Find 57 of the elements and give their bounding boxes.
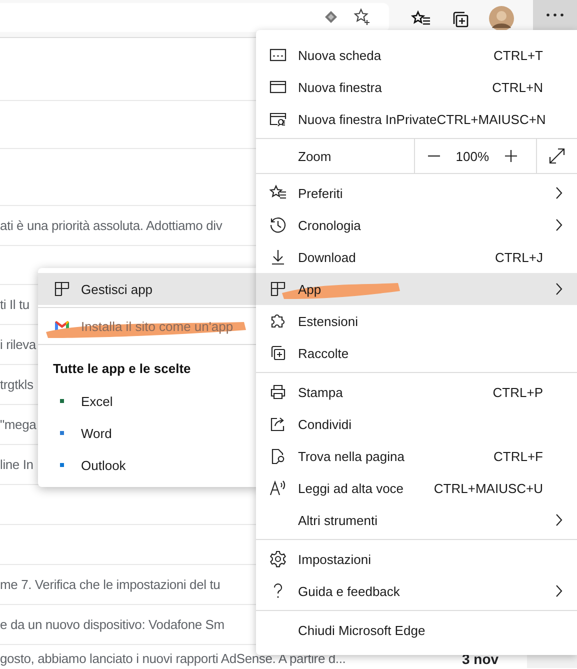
email-snippet: line In [0,457,34,472]
shortcut-label: CTRL+P [492,384,543,400]
history-icon [269,216,287,234]
collections-icon [451,10,469,28]
email-snippet: i rileva [0,337,36,352]
tab-icon [269,46,287,64]
zoom-label: Zoom [298,148,332,164]
shortcut-label: CTRL+MAIUSC+U [434,480,543,496]
grid-icon [269,280,287,298]
email-snippet: e da un nuovo dispositivo: Vodafone Sm [0,617,224,632]
menu-item[interactable]: Cronologia [256,209,577,241]
private-window-icon [269,110,287,128]
minus-icon [426,155,441,157]
menu-item[interactable]: Download CTRL+J [256,241,577,273]
email-snippet: ti Il tu [0,297,30,312]
find-page-icon [269,447,287,465]
printer-icon [269,383,287,401]
menu-item[interactable]: Preferiti [256,177,577,209]
add-favorite-icon [353,8,371,26]
email-snippet: ati è una priorità assoluta. Adottiamo div [0,218,222,233]
menu-item[interactable]: Nuova finestra CTRL+N [256,71,577,103]
chevron-icon [555,218,563,232]
chevron-icon [555,186,563,200]
grid-icon [53,280,71,298]
avatar-icon [489,6,514,31]
shortcut-label: CTRL+T [494,48,543,62]
menu-item[interactable]: Guida e feedback [256,575,577,607]
chevron-icon [555,513,563,527]
more-button[interactable] [533,0,577,30]
read-aloud-icon [269,479,287,497]
reading-view-icon [323,9,339,25]
shortcut-label: CTRL+J [494,250,543,264]
chevron-icon [555,282,563,296]
more-icon [546,13,564,17]
email-snippet: trgtkls [0,377,34,392]
collections-icon [269,344,287,362]
zoom-level: 100% [454,148,490,164]
chevron-icon [555,584,563,598]
shortcut-label: CTRL+F [494,448,543,464]
share-icon [269,415,287,433]
puzzle-icon [269,312,287,330]
download-icon [269,248,287,266]
settings-icon [269,550,287,568]
favorites-icon [411,10,431,28]
menu-item[interactable]: Nuova finestra InPrivateCTRL+MAIUSC+N [256,103,577,135]
section-heading: Tutte le app e le scelte [52,360,192,378]
menu-item[interactable]: Impostazioni [256,543,577,575]
menu-item[interactable]: Nuova scheda CTRL+T [256,39,577,71]
email-snippet: me 7. Verifica che le impostazioni del tu [0,577,220,592]
shortcut-label: CTRL+MAIUSC+N [436,112,546,126]
menu-item[interactable]: Chiudi Microsoft Edge [256,614,577,646]
window-icon [269,78,287,96]
shortcut-label: CTRL+N [492,80,543,94]
email-snippet: "mega [0,417,36,432]
plus-icon [504,149,518,163]
expand-icon [548,147,566,165]
menu-item[interactable]: Altri strumenti [256,504,577,536]
